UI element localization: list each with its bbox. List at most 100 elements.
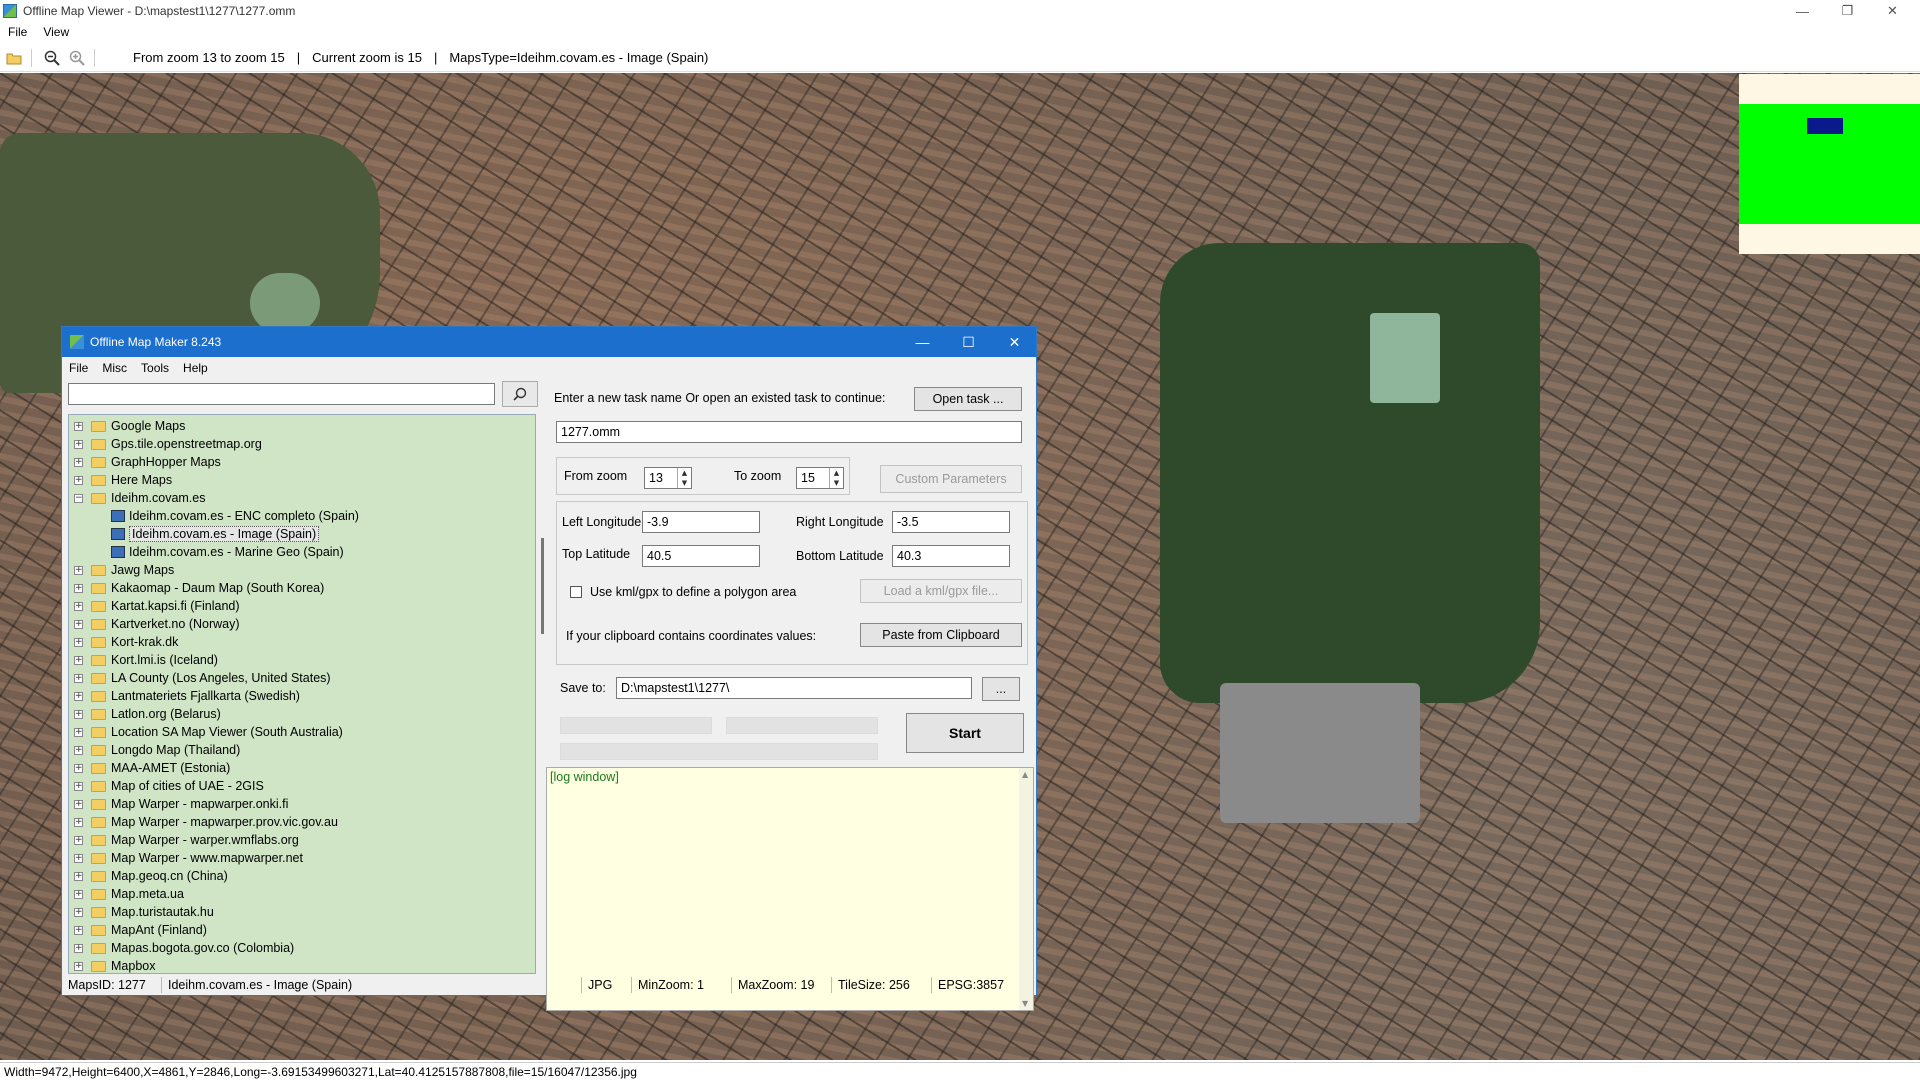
expand-icon[interactable]: + — [74, 475, 83, 485]
tree-folder-item[interactable]: + Here Maps — [69, 471, 172, 489]
tree-scrollbar-thumb[interactable] — [541, 538, 544, 634]
expand-icon[interactable]: + — [74, 925, 83, 935]
start-button[interactable]: Start — [906, 713, 1024, 753]
tree-folder-item[interactable]: + Kartverket.no (Norway) — [69, 615, 240, 633]
expand-icon[interactable]: + — [74, 655, 83, 665]
menu-view[interactable]: View — [35, 25, 77, 39]
tree-folder-item[interactable]: + Map Warper - warper.wmflabs.org — [69, 831, 299, 849]
save-to-input[interactable]: D:\mapstest1\1277\ — [616, 677, 972, 699]
minimap-viewport[interactable] — [1807, 118, 1843, 134]
tree-folder-item[interactable]: + Map of cities of UAE - 2GIS — [69, 777, 264, 795]
expand-icon[interactable]: + — [74, 601, 83, 611]
dialog-close-button[interactable]: ✕ — [992, 327, 1037, 357]
tree-folder-item[interactable]: + Map Warper - www.mapwarper.net — [69, 849, 303, 867]
task-name-input[interactable]: 1277.omm — [556, 421, 1022, 443]
tree-folder-item[interactable]: + LA County (Los Angeles, United States) — [69, 669, 331, 687]
tree-folder-item[interactable]: + MAA-AMET (Estonia) — [69, 759, 230, 777]
expand-icon[interactable]: + — [74, 907, 83, 917]
expand-icon[interactable]: + — [74, 799, 83, 809]
expand-icon[interactable]: + — [74, 457, 83, 467]
tree-map-item[interactable]: Ideihm.covam.es - Image (Spain) — [69, 525, 320, 543]
expand-icon[interactable]: + — [74, 439, 83, 449]
tree-folder-item[interactable]: + Lantmateriets Fjallkarta (Swedish) — [69, 687, 300, 705]
tree-folder-item[interactable]: + Map Warper - mapwarper.prov.vic.gov.au — [69, 813, 338, 831]
load-kml-button[interactable]: Load a kml/gpx file... — [860, 579, 1022, 603]
left-longitude-input[interactable]: -3.9 — [642, 511, 760, 533]
close-button[interactable]: ✕ — [1870, 0, 1915, 22]
expand-icon[interactable]: + — [74, 763, 83, 773]
expand-icon[interactable]: + — [74, 421, 83, 431]
zoom-in-button[interactable] — [66, 47, 88, 69]
tree-folder-item[interactable]: + Jawg Maps — [69, 561, 174, 579]
tree-folder-item[interactable]: + Map.turistautak.hu — [69, 903, 214, 921]
tree-folder-item[interactable]: + GraphHopper Maps — [69, 453, 221, 471]
dialog-menu-misc[interactable]: Misc — [95, 361, 134, 375]
collapse-icon[interactable]: − — [74, 493, 83, 503]
expand-icon[interactable]: + — [74, 835, 83, 845]
open-button[interactable] — [3, 47, 25, 69]
menu-file[interactable]: File — [0, 25, 35, 39]
expand-icon[interactable]: + — [74, 889, 83, 899]
spinner-arrows-icon[interactable]: ▲ ▼ — [829, 468, 843, 488]
tree-map-item[interactable]: Ideihm.covam.es - Marine Geo (Spain) — [69, 543, 344, 561]
tree-folder-item[interactable]: + Kakaomap - Daum Map (South Korea) — [69, 579, 324, 597]
browse-button[interactable]: ... — [982, 677, 1020, 701]
dialog-menu-tools[interactable]: Tools — [134, 361, 176, 375]
expand-icon[interactable]: + — [74, 727, 83, 737]
to-zoom-spinner[interactable]: 15 ▲ ▼ — [796, 467, 844, 489]
spinner-arrows-icon[interactable]: ▲ ▼ — [677, 468, 691, 488]
maximize-button[interactable]: ❐ — [1825, 0, 1870, 22]
bottom-latitude-input[interactable]: 40.3 — [892, 545, 1010, 567]
expand-icon[interactable]: + — [74, 673, 83, 683]
tree-folder-item[interactable]: + Google Maps — [69, 417, 185, 435]
expand-icon[interactable]: + — [74, 817, 83, 827]
search-button[interactable] — [502, 381, 538, 407]
from-zoom-spinner[interactable]: 13 ▲ ▼ — [644, 467, 692, 489]
expand-icon[interactable]: + — [74, 871, 83, 881]
tree-folder-item[interactable]: + Kartat.kapsi.fi (Finland) — [69, 597, 240, 615]
expand-icon[interactable]: + — [74, 781, 83, 791]
tree-map-item[interactable]: Ideihm.covam.es - ENC completo (Spain) — [69, 507, 359, 525]
tree-folder-item[interactable]: + Map Warper - mapwarper.onki.fi — [69, 795, 288, 813]
expand-icon[interactable]: + — [74, 691, 83, 701]
maps-search-input[interactable] — [68, 383, 495, 405]
log-scrollbar[interactable]: ▲ ▼ — [1019, 768, 1033, 1010]
expand-icon[interactable]: + — [74, 565, 83, 575]
tree-folder-item[interactable]: + Map.geoq.cn (China) — [69, 867, 228, 885]
tree-folder-item[interactable]: + Latlon.org (Belarus) — [69, 705, 221, 723]
dialog-minimize-button[interactable]: — — [900, 327, 945, 357]
tree-folder-item[interactable]: + Map.meta.ua — [69, 885, 184, 903]
expand-icon[interactable]: + — [74, 745, 83, 755]
tree-folder-item[interactable]: + Kort.lmi.is (Iceland) — [69, 651, 218, 669]
expand-icon[interactable]: + — [74, 853, 83, 863]
kml-checkbox[interactable] — [570, 586, 582, 598]
expand-icon[interactable]: + — [74, 943, 83, 953]
maps-tree[interactable]: + Google Maps + Gps.tile.openstreetmap.org +… — [68, 414, 536, 974]
open-task-button[interactable]: Open task ... — [914, 387, 1022, 411]
tree-folder-item[interactable]: + Location SA Map Viewer (South Australia… — [69, 723, 343, 741]
paste-from-clipboard-button[interactable]: Paste from Clipboard — [860, 623, 1022, 647]
expand-icon[interactable]: + — [74, 961, 83, 971]
minimize-button[interactable]: — — [1780, 0, 1825, 22]
expand-icon[interactable]: + — [74, 619, 83, 629]
dialog-menu-file[interactable]: File — [62, 361, 95, 375]
dialog-maximize-button[interactable]: ☐ — [946, 327, 991, 357]
top-latitude-input[interactable]: 40.5 — [642, 545, 760, 567]
tree-folder-item[interactable]: + Longdo Map (Thailand) — [69, 741, 240, 759]
expand-icon[interactable]: + — [74, 709, 83, 719]
tree-folder-item[interactable]: + Gps.tile.openstreetmap.org — [69, 435, 262, 453]
expand-icon[interactable]: + — [74, 637, 83, 647]
expand-icon[interactable]: + — [74, 583, 83, 593]
dialog-menu-help[interactable]: Help — [176, 361, 215, 375]
minimap[interactable] — [1739, 74, 1920, 254]
tree-folder-item[interactable]: + Mapbox — [69, 957, 155, 973]
tree-folder-item[interactable]: + Kort-krak.dk — [69, 633, 178, 651]
tree-folder-item[interactable]: + MapAnt (Finland) — [69, 921, 207, 939]
zoom-out-button[interactable] — [41, 47, 63, 69]
custom-parameters-button[interactable]: Custom Parameters — [880, 465, 1022, 493]
scroll-up-icon[interactable]: ▲ — [1022, 770, 1028, 779]
right-longitude-input[interactable]: -3.5 — [892, 511, 1010, 533]
scroll-down-icon[interactable]: ▼ — [1022, 999, 1028, 1008]
tree-folder-item[interactable]: − Ideihm.covam.es — [69, 489, 205, 507]
tree-folder-item[interactable]: + Mapas.bogota.gov.co (Colombia) — [69, 939, 294, 957]
